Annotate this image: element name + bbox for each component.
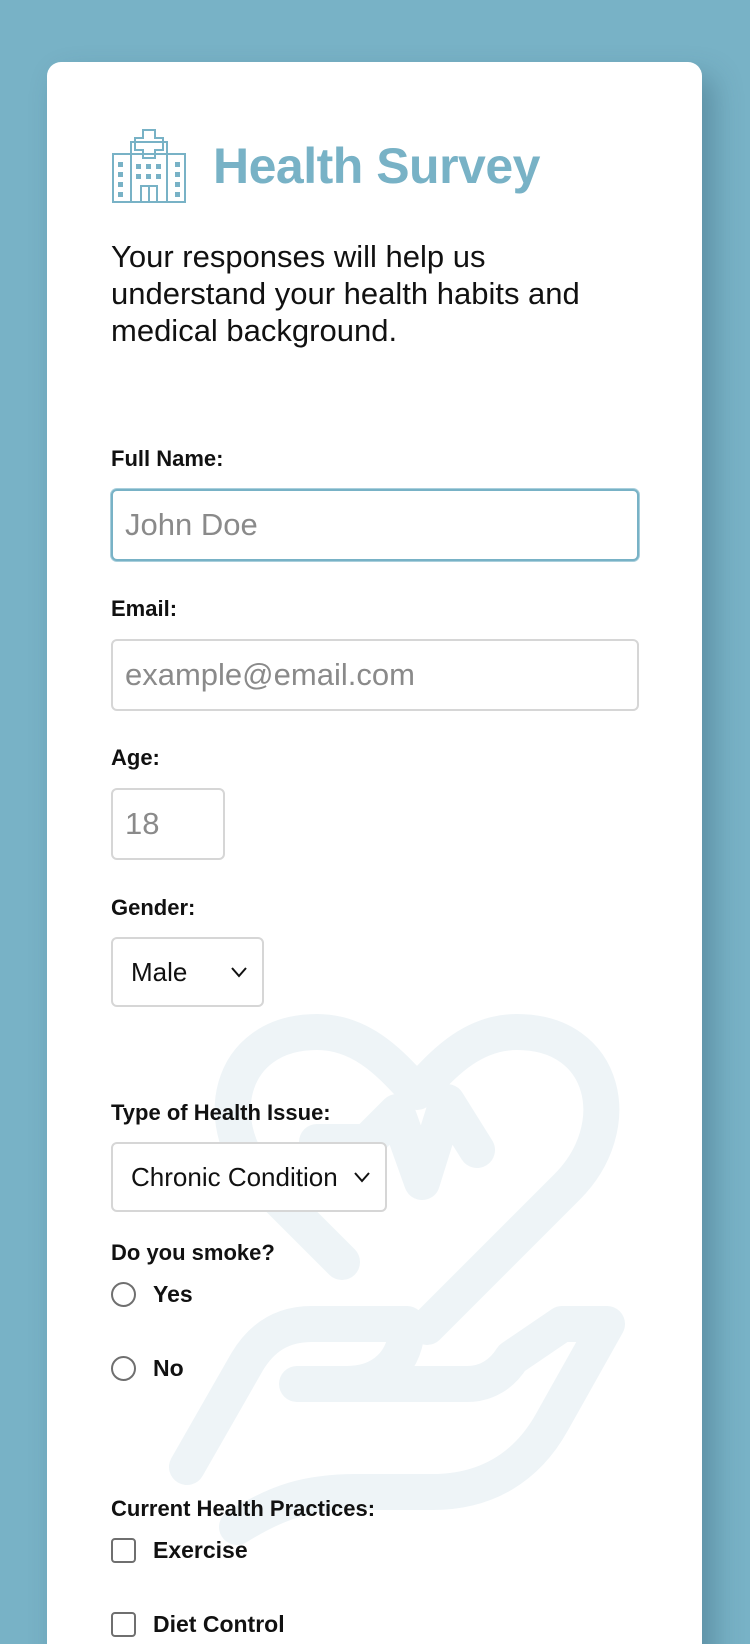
email-input[interactable]	[111, 639, 639, 711]
health-issue-label: Type of Health Issue:	[111, 1100, 331, 1125]
heart-in-hand-icon	[169, 1014, 625, 1545]
smoke-option-yes[interactable]: Yes	[111, 1281, 193, 1308]
smoke-option-label: Yes	[153, 1281, 193, 1307]
full-name-label: Full Name:	[111, 446, 224, 471]
page-title: Health Survey	[213, 138, 540, 194]
practice-option-label: Exercise	[153, 1537, 248, 1563]
gender-label: Gender:	[111, 895, 196, 920]
smoke-label: Do you smoke?	[111, 1240, 275, 1265]
health-issue-selected-value: Chronic Condition	[131, 1161, 338, 1192]
age-label: Age:	[111, 745, 160, 770]
gender-select[interactable]: Male	[111, 937, 264, 1007]
survey-header: Health Survey	[111, 128, 540, 204]
checkbox[interactable]	[111, 1612, 136, 1637]
radio-button[interactable]	[111, 1356, 136, 1381]
intro-text: Your responses will help us understand y…	[111, 239, 580, 348]
checkbox[interactable]	[111, 1538, 136, 1563]
health-issue-select[interactable]: Chronic Condition	[111, 1142, 387, 1212]
practices-label: Current Health Practices:	[111, 1496, 376, 1521]
smoke-option-label: No	[153, 1355, 184, 1381]
practice-option-diet-control[interactable]: Diet Control	[111, 1611, 285, 1638]
practice-option-exercise[interactable]: Exercise	[111, 1537, 248, 1564]
chevron-down-icon	[354, 1172, 370, 1183]
gender-selected-value: Male	[131, 956, 188, 987]
chevron-down-icon	[231, 967, 247, 978]
practice-option-label: Diet Control	[153, 1611, 285, 1637]
email-label: Email:	[111, 596, 178, 621]
smoke-option-no[interactable]: No	[111, 1355, 184, 1382]
age-input[interactable]	[111, 788, 225, 860]
full-name-input[interactable]	[111, 489, 639, 561]
radio-button[interactable]	[111, 1282, 136, 1307]
hospital-icon	[112, 129, 186, 203]
survey-card: Health Survey Your responses will help u…	[47, 62, 702, 1644]
